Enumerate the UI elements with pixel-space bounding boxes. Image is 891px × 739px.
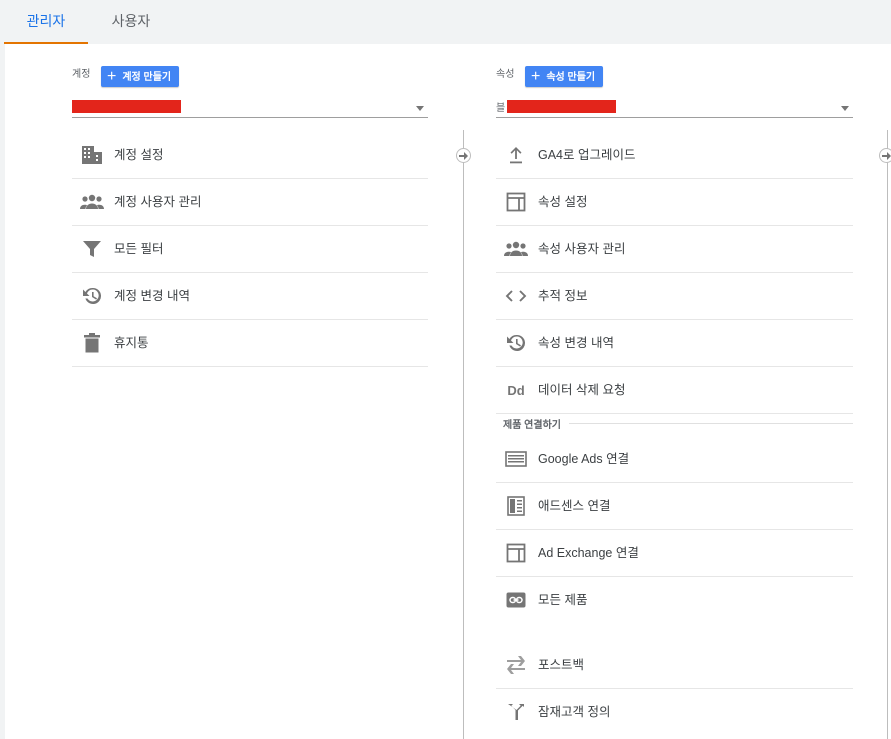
product-linking-title: 제품 연결하기	[503, 416, 569, 431]
arrow-right-icon[interactable]	[879, 148, 891, 163]
people-icon	[80, 192, 104, 212]
all-filters-item[interactable]: 모든 필터	[72, 226, 428, 273]
filter-icon	[80, 239, 104, 259]
create-property-label: 속성 만들기	[546, 72, 596, 83]
chevron-down-icon	[841, 106, 849, 111]
menu-item-label: 잠재고객 정의	[538, 705, 611, 719]
ad-exchange-linking-item[interactable]: Ad Exchange 연결	[496, 530, 853, 577]
menu-item-label: 속성 설정	[538, 195, 588, 209]
property-user-management-item[interactable]: 속성 사용자 관리	[496, 226, 853, 273]
tab-user[interactable]: 사용자	[88, 0, 174, 44]
account-selector[interactable]	[72, 96, 428, 118]
property-name-prefix: 블	[496, 103, 506, 114]
account-user-management-item[interactable]: 계정 사용자 관리	[72, 179, 428, 226]
trash-item[interactable]: 휴지통	[72, 320, 428, 367]
column-connector-line	[463, 130, 464, 739]
account-settings-item[interactable]: 계정 설정	[72, 132, 428, 179]
menu-item-label: 속성 변경 내역	[538, 336, 614, 350]
menu-item-label: 모든 제품	[538, 593, 588, 607]
menu-item-label: 애드센스 연결	[538, 499, 611, 513]
property-column-label: 속성	[496, 69, 515, 80]
create-account-label: 계정 만들기	[122, 72, 172, 83]
account-name-redaction	[72, 100, 181, 113]
menu-item-label: 속성 사용자 관리	[538, 242, 626, 256]
google-ads-icon	[504, 449, 528, 469]
data-deletion-icon: Dd	[504, 380, 528, 400]
ad-exchange-icon	[504, 543, 528, 563]
chevron-down-icon	[416, 106, 424, 111]
property-selector[interactable]: 블	[496, 96, 853, 118]
account-change-history-item[interactable]: 계정 변경 내역	[72, 273, 428, 320]
data-deletion-request-item[interactable]: Dd 데이터 삭제 요청	[496, 367, 853, 414]
upload-icon	[504, 145, 528, 165]
ga4-upgrade-item[interactable]: GA4로 업그레이드	[496, 132, 853, 179]
menu-item-label: 추적 정보	[538, 289, 588, 303]
menu-item-label: 계정 변경 내역	[114, 289, 190, 303]
audience-icon	[504, 702, 528, 722]
history-icon	[504, 333, 528, 353]
menu-item-label: 모든 필터	[114, 242, 164, 256]
admin-panel: 계정 + 계정 만들기 계정 설정 계정 사용자 관리 모든 필터 계정 변경 …	[5, 44, 891, 739]
create-property-button[interactable]: + 속성 만들기	[525, 66, 604, 87]
code-icon	[504, 286, 528, 306]
building-icon	[80, 145, 104, 165]
property-settings-item[interactable]: 속성 설정	[496, 179, 853, 226]
menu-item-label: 포스트백	[538, 658, 585, 672]
svg-text:Dd: Dd	[507, 383, 524, 398]
menu-item-label: GA4로 업그레이드	[538, 148, 636, 162]
all-products-item[interactable]: 모든 제품	[496, 577, 853, 624]
menu-item-label: 계정 설정	[114, 148, 164, 162]
plus-icon: +	[531, 68, 541, 85]
admin-tab-bar: 관리자 사용자	[0, 0, 891, 44]
create-account-button[interactable]: + 계정 만들기	[101, 66, 180, 87]
tab-admin[interactable]: 관리자	[4, 0, 88, 44]
account-column-label: 계정	[72, 69, 91, 80]
tracking-info-item[interactable]: 추적 정보	[496, 273, 853, 320]
menu-item-label: Google Ads 연결	[538, 452, 630, 466]
adsense-icon	[504, 496, 528, 516]
people-icon	[504, 239, 528, 259]
property-name-redaction	[507, 100, 616, 113]
adsense-linking-item[interactable]: 애드센스 연결	[496, 483, 853, 530]
property-menu: GA4로 업그레이드 속성 설정 속성 사용자 관리 추적 정보 속성 변경 내…	[496, 132, 853, 736]
google-ads-linking-item[interactable]: Google Ads 연결	[496, 436, 853, 483]
trash-icon	[80, 333, 104, 353]
product-linking-section-header: 제품 연결하기	[496, 414, 853, 436]
plus-icon: +	[107, 68, 117, 85]
postback-icon	[504, 655, 528, 675]
audience-definitions-item[interactable]: 잠재고객 정의	[496, 689, 853, 736]
menu-item-label: 계정 사용자 관리	[114, 195, 202, 209]
menu-item-label: Ad Exchange 연결	[538, 546, 639, 560]
property-change-history-item[interactable]: 속성 변경 내역	[496, 320, 853, 367]
menu-item-label: 데이터 삭제 요청	[538, 383, 626, 397]
right-connector-line	[887, 130, 888, 739]
history-icon	[80, 286, 104, 306]
arrow-right-icon[interactable]	[456, 148, 471, 163]
layout-icon	[504, 192, 528, 212]
menu-item-label: 휴지통	[114, 336, 149, 350]
account-menu: 계정 설정 계정 사용자 관리 모든 필터 계정 변경 내역 휴지통	[72, 132, 428, 367]
postback-item[interactable]: 포스트백	[496, 642, 853, 689]
link-icon	[504, 590, 528, 610]
